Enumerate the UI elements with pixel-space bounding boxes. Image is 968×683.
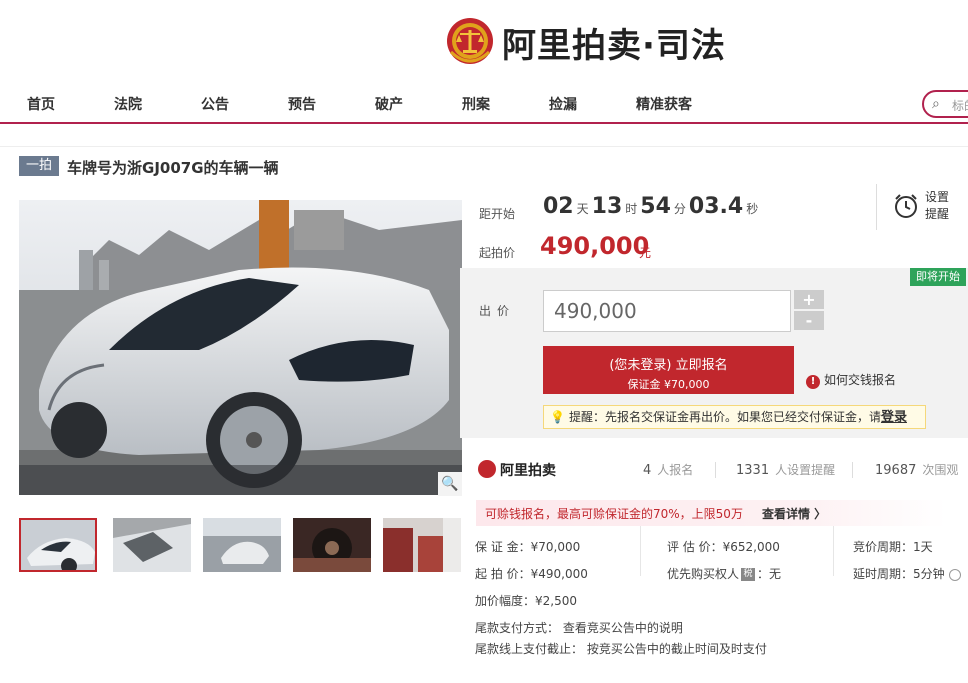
search-input[interactable]: ⌕ 标的: [922, 90, 968, 118]
reminder-count-unit: 人设置提醒: [775, 463, 836, 477]
countdown-label: 距开始: [479, 207, 516, 221]
reminder-count-value: 1331: [736, 463, 770, 478]
priority-buyer-label: 优先购买权人: [667, 567, 740, 581]
divider: [852, 462, 853, 478]
nav-item-preview[interactable]: 预告: [288, 94, 316, 114]
nav-item-bankruptcy[interactable]: 破产: [375, 94, 403, 114]
reminder-count: 1331 人设置提醒: [736, 461, 835, 478]
thumbnail-image: [113, 518, 191, 572]
delay-cycle-info: 延时周期：5分钟: [853, 565, 961, 582]
ali-auction-brand: 阿里拍卖: [500, 463, 556, 479]
thumbnail-3[interactable]: [203, 518, 281, 572]
zoom-icon[interactable]: 🔍: [438, 472, 462, 496]
lightbulb-icon: 💡: [550, 410, 565, 424]
thumbnail-image: [21, 520, 95, 570]
set-reminder-label: 设置提醒: [925, 190, 950, 221]
deposit-info: 保 证 金：¥70,000: [475, 540, 581, 554]
nav-item-home[interactable]: 首页: [27, 94, 55, 114]
status-badge: 即将开始: [910, 268, 966, 286]
thumbnail-image: [293, 518, 371, 572]
view-count-unit: 次围观: [922, 463, 959, 477]
thumbnail-2[interactable]: [113, 518, 191, 572]
tax-icon: 税: [741, 568, 756, 581]
countdown-hours-unit: 时: [625, 202, 638, 216]
search-icon: ⌕: [932, 96, 940, 112]
countdown-days: 02: [543, 194, 574, 219]
registration-count-value: 4: [643, 463, 652, 478]
nav-item-criminal[interactable]: 刑案: [462, 94, 490, 114]
divider: [833, 526, 834, 576]
login-tip: 💡 提醒：先报名交保证金再出价。如果您已经交付保证金，请登录: [543, 405, 926, 429]
login-link[interactable]: 登录: [881, 410, 907, 425]
divider: [715, 462, 716, 478]
divider: [640, 526, 641, 576]
appraisal-info: 评 估 价：¥652,000: [667, 540, 780, 554]
ali-auction-logo-icon: [478, 460, 496, 478]
register-button-deposit: 保证金 ¥70,000: [627, 378, 710, 391]
tail-payment-method: 尾款支付方式： 查看竞买公告中的说明: [475, 621, 683, 635]
tail-payment-deadline: 尾款线上支付截止： 按竞买公告中的截止时间及时支付: [475, 642, 767, 656]
tip-text: 提醒：先报名交保证金再出价。如果您已经交付保证金，请: [568, 410, 881, 424]
promo-details-link[interactable]: 查看详情 〉: [762, 505, 826, 522]
thumbnail-image: [383, 518, 461, 572]
countdown-days-unit: 天: [576, 202, 589, 216]
registration-count: 4 人报名: [643, 461, 693, 478]
start-price-label: 起拍价: [479, 246, 516, 260]
clock-icon[interactable]: [948, 568, 961, 581]
bid-label: 出价: [479, 304, 516, 318]
priority-buyer-info: 优先购买权人税：无: [667, 565, 781, 582]
priority-buyer-value: ：无: [757, 567, 782, 581]
alarm-clock-icon: [895, 194, 917, 218]
bid-increase-button[interactable]: +: [794, 290, 824, 309]
delay-cycle-value: 延时周期：5分钟: [853, 567, 945, 581]
nav-item-court[interactable]: 法院: [114, 94, 142, 114]
countdown-timer: 02 天 13 时 54 分 03.4 秒: [543, 194, 761, 219]
increment-info: 加价幅度：¥2,500: [475, 594, 577, 608]
nav-item-precise-leads[interactable]: 精准获客: [636, 94, 692, 114]
nav-item-bargain[interactable]: 捡漏: [549, 94, 577, 114]
view-count: 19687 次围观: [875, 461, 958, 478]
how-to-pay-label: 如何交钱报名: [824, 373, 897, 387]
countdown-minutes-unit: 分: [673, 202, 686, 216]
bidding-cycle-info: 竞价周期：1天: [853, 540, 933, 554]
start-price-unit: 元: [639, 246, 652, 260]
site-logo-text[interactable]: 阿里拍卖·司法: [502, 18, 726, 67]
car-photo: [19, 200, 462, 495]
thumbnail-5[interactable]: [383, 518, 461, 572]
auction-round-tag: 一拍: [19, 156, 59, 176]
how-to-pay-link[interactable]: ! 如何交钱报名: [806, 371, 896, 389]
nav-item-announcement[interactable]: 公告: [201, 94, 229, 114]
info-icon: !: [806, 375, 820, 389]
countdown-minutes: 54: [640, 194, 671, 219]
countdown-hours: 13: [591, 194, 623, 219]
listing-title: 车牌号为浙GJ007G的车辆一辆: [67, 159, 279, 177]
promo-text: 可赊钱报名，最高可赊保证金的70%，上限50万: [485, 507, 743, 521]
bid-amount-input[interactable]: 490,000: [543, 290, 791, 332]
set-reminder-button[interactable]: 设置提醒: [876, 184, 968, 230]
main-photo[interactable]: [19, 200, 462, 495]
countdown-seconds: 03.4: [688, 194, 744, 219]
search-placeholder: 标的: [952, 99, 968, 113]
site-header: 阿里拍卖·司法: [0, 0, 968, 80]
register-now-button[interactable]: (您未登录) 立即报名 保证金 ¥70,000: [543, 346, 794, 394]
start-price-info: 起 拍 价：¥490,000: [475, 567, 588, 581]
thumbnail-4[interactable]: [293, 518, 371, 572]
thumbnail-1[interactable]: [19, 518, 97, 572]
thumbnail-image: [203, 518, 281, 572]
register-button-label: (您未登录) 立即报名: [609, 358, 728, 373]
countdown-seconds-unit: 秒: [746, 202, 759, 216]
start-price-value: 490,000: [540, 232, 650, 260]
view-count-value: 19687: [875, 463, 917, 478]
main-nav: 首页 法院 公告 预告 破产 刑案 捡漏 精准获客: [0, 84, 968, 124]
court-emblem-icon: [447, 18, 493, 64]
bid-decrease-button[interactable]: -: [794, 311, 824, 330]
registration-count-unit: 人报名: [657, 463, 694, 477]
